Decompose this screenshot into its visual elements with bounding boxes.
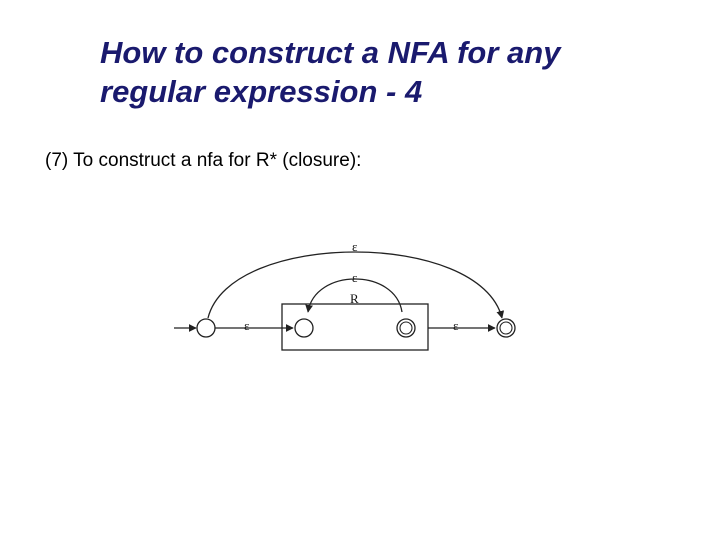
slide-title: How to construct a NFA for any regular e… [100, 34, 620, 112]
label-eps-top-inner: ε [352, 270, 357, 286]
body-text: (7) To construct a nfa for R* (closure): [45, 150, 361, 172]
state-r-start [295, 319, 313, 337]
nfa-svg [150, 236, 570, 386]
state-start [197, 319, 215, 337]
label-eps-top-outer: ε [352, 239, 357, 255]
label-r: R [350, 291, 359, 307]
nfa-diagram: R ε ε ε ε [150, 236, 570, 386]
label-eps-right: ε [453, 318, 458, 334]
label-eps-left: ε [244, 318, 249, 334]
